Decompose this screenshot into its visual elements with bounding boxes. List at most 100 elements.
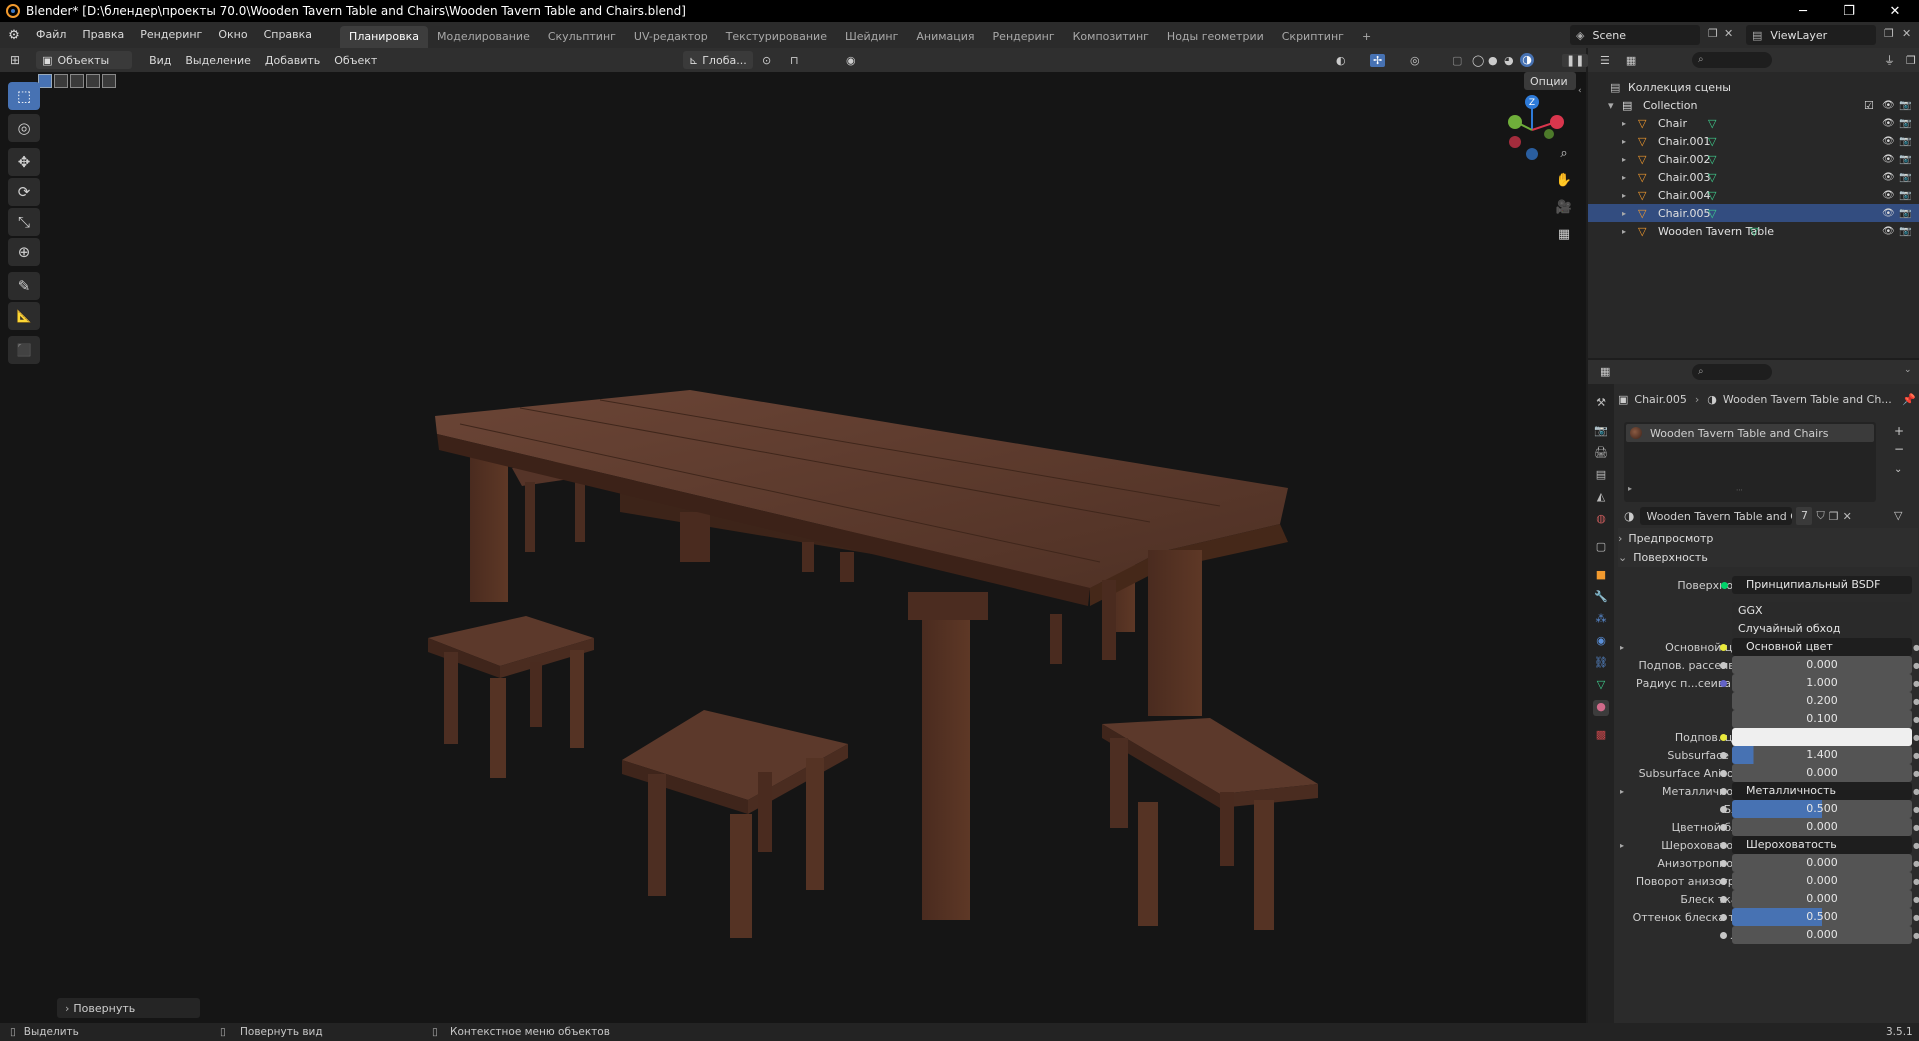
view-layer-selector[interactable]: ▤ ViewLayer [1746,25,1876,45]
node-link-icon[interactable]: ▽ [1894,509,1902,522]
object-tab-icon[interactable]: ■ [1593,568,1609,584]
expand-arrow-icon[interactable]: ▸ [1622,119,1626,128]
scene-tab-icon[interactable]: ◭ [1593,490,1609,506]
socket-dot[interactable] [1720,931,1727,939]
socket-dot[interactable] [1720,661,1727,669]
menu-file[interactable]: Файл [28,22,74,48]
expand-arrow-icon[interactable]: ▸ [1620,643,1624,652]
socket-dot[interactable] [1720,859,1727,867]
camera-icon[interactable]: 📷 [1899,172,1911,183]
data-tab-icon[interactable]: ▽ [1593,678,1609,694]
chevron-down-icon[interactable]: ⌄ [1894,464,1902,475]
outliner-object-row[interactable]: ▸ ▽ Wooden Tavern Table ▽ 👁 📷 [1588,222,1919,240]
tab-uv-editing[interactable]: UV-редактор [625,26,717,48]
keyframe-dot-icon[interactable]: ● [1913,787,1919,796]
keyframe-dot-icon[interactable]: ● [1913,643,1919,652]
proportional-editing-icon[interactable]: ◉ [846,54,856,67]
tab-scripting[interactable]: Скриптинг [1273,26,1353,48]
gizmo-toggle-icon[interactable]: ✢ [1370,53,1386,67]
expand-arrow-icon[interactable]: ▸ [1620,841,1624,850]
keyframe-dot-icon[interactable]: ● [1913,895,1919,904]
world-tab-icon[interactable]: ◍ [1593,512,1609,528]
material-browse-icon[interactable]: ◑ [1624,509,1634,523]
keyframe-dot-icon[interactable]: ● [1913,769,1919,778]
outliner-object-row[interactable]: ▸ ▽ Chair.005 ▽ 👁 📷 [1588,204,1919,222]
socket-dot[interactable] [1720,841,1727,849]
fake-user-icon[interactable]: ⛉ [1816,509,1824,523]
camera-icon[interactable]: 📷 [1899,208,1911,219]
expand-arrow-icon[interactable]: ▸ [1622,209,1626,218]
tab-animation[interactable]: Анимация [907,26,983,48]
close-button[interactable]: ✕ [1872,0,1918,22]
minimize-button[interactable]: ─ [1780,0,1826,22]
expand-arrow-icon[interactable]: ▸ [1622,155,1626,164]
mesh-data-icon[interactable]: ▽ [1708,135,1716,148]
keyframe-dot-icon[interactable]: ● [1913,913,1919,922]
delete-view-layer-icon[interactable]: ✕ [1902,27,1911,40]
keyframe-dot-icon[interactable]: ● [1913,877,1919,886]
mesh-data-icon[interactable]: ▽ [1708,117,1716,130]
eye-icon[interactable]: 👁 [1882,208,1895,219]
remove-slot-button[interactable]: − [1894,442,1904,456]
socket-dot[interactable] [1720,679,1727,687]
socket-dot[interactable] [1720,895,1727,903]
mesh-data-icon[interactable]: ▽ [1708,171,1716,184]
wireframe-shading-icon[interactable]: ◯ [1472,54,1484,67]
socket-dot[interactable] [1720,769,1727,777]
view-layer-tab-icon[interactable]: ▤ [1593,468,1609,484]
outliner-object-row[interactable]: ▸ ▽ Chair ▽ 👁 📷 [1588,114,1919,132]
new-view-layer-icon[interactable]: ❐ [1884,27,1894,40]
menu-edit[interactable]: Правка [74,22,132,48]
expand-arrow-icon[interactable]: ▸ [1620,787,1624,796]
eye-icon[interactable]: 👁 [1882,100,1895,111]
chevron-down-icon[interactable]: ⌄ [1904,365,1912,375]
keyframe-dot-icon[interactable]: ● [1913,859,1919,868]
add-slot-button[interactable]: + [1894,424,1904,438]
eye-icon[interactable]: 👁 [1882,226,1895,237]
tab-compositing[interactable]: Композитинг [1064,26,1158,48]
outliner-search-input[interactable]: ⌕ [1692,52,1772,68]
new-scene-icon[interactable]: ❐ [1708,27,1718,40]
camera-icon[interactable]: 📷 [1899,154,1911,165]
outliner-object-row[interactable]: ▸ ▽ Chair.001 ▽ 👁 📷 [1588,132,1919,150]
camera-icon[interactable]: 📷 [1899,118,1911,129]
mode-selector[interactable]: ▣ Объекты [36,51,133,69]
last-operator-panel[interactable]: › Повернуть [57,998,200,1018]
property-value[interactable]: 0.000 [1732,926,1912,944]
tab-shading[interactable]: Шейдинг [836,26,907,48]
tab-modeling[interactable]: Моделирование [428,26,539,48]
expand-arrow-icon[interactable]: ▸ [1622,137,1626,146]
mesh-data-icon[interactable]: ▽ [1750,225,1758,238]
eye-icon[interactable]: 👁 [1882,118,1895,129]
display-mode-icon[interactable]: ▦ [1626,54,1636,67]
keyframe-dot-icon[interactable]: ● [1913,661,1919,670]
outliner-object-row[interactable]: ▸ ▽ Chair.004 ▽ 👁 📷 [1588,186,1919,204]
pivot-point-icon[interactable]: ⊙ [762,54,771,67]
material-tab-icon[interactable]: ● [1593,700,1609,716]
output-tab-icon[interactable]: 🖨 [1593,446,1609,462]
solid-shading-icon[interactable]: ● [1488,54,1498,67]
duplicate-material-icon[interactable]: ❐ [1829,510,1839,523]
keyframe-dot-icon[interactable]: ● [1913,733,1919,742]
particles-tab-icon[interactable]: ⁂ [1593,612,1609,628]
outliner-object-row[interactable]: ▸ ▽ Chair.003 ▽ 👁 📷 [1588,168,1919,186]
filter-icon[interactable]: ⏚ [1884,52,1895,68]
tab-layout[interactable]: Планировка [340,26,429,48]
socket-dot[interactable] [1720,733,1727,741]
menu-view[interactable]: Вид [142,54,178,67]
modifier-tab-icon[interactable]: 🔧 [1593,590,1609,606]
tool-tab-icon[interactable]: ⚒ [1593,396,1609,412]
maximize-button[interactable]: ❐ [1826,0,1872,22]
unlink-material-icon[interactable]: ✕ [1843,510,1852,523]
keyframe-dot-icon[interactable]: ● [1913,715,1919,724]
menu-object[interactable]: Объект [327,54,384,67]
texture-tab-icon[interactable]: ▩ [1593,728,1609,744]
outliner-collection[interactable]: ▾ ▤ Collection ☑ 👁 📷 [1588,96,1919,114]
eye-icon[interactable]: 👁 [1882,190,1895,201]
user-count[interactable]: 7 [1796,507,1813,525]
tab-texture-paint[interactable]: Текстурирование [717,26,836,48]
camera-icon[interactable]: 📷 [1899,190,1911,201]
material-shading-icon[interactable]: ◕ [1504,54,1514,67]
delete-scene-icon[interactable]: ✕ [1724,27,1733,40]
section-surface[interactable]: ⌄ Поверхность [1618,547,1918,567]
